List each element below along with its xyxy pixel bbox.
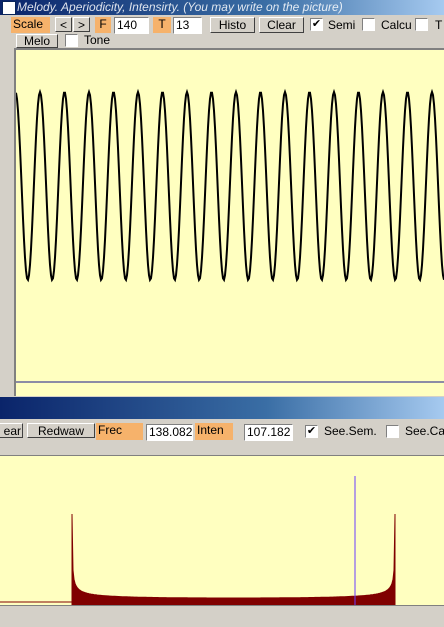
semi-checkbox[interactable]: ✔ <box>310 18 323 31</box>
f-label: F <box>95 17 111 33</box>
check-icon: ✔ <box>306 425 317 437</box>
frec-label: Frec <box>96 423 143 440</box>
t-check-label: T <box>435 18 443 32</box>
histogram-panel[interactable] <box>0 455 444 606</box>
scale-prev-button[interactable]: < <box>55 17 72 32</box>
waveform-panel[interactable] <box>14 48 444 396</box>
calcu-checkbox[interactable] <box>362 18 375 31</box>
status-bar <box>0 605 444 627</box>
see-ca-checkbox[interactable] <box>386 425 399 438</box>
histogram-chart <box>0 476 396 606</box>
second-title-bar[interactable] <box>0 397 444 419</box>
clear-button[interactable]: Clear <box>259 17 304 33</box>
inten-input[interactable]: 107.182 <box>244 424 293 441</box>
title-bar[interactable]: Melody. Aperiodicity, Intensirty. (You m… <box>0 0 444 15</box>
app-icon <box>2 1 16 15</box>
tone-label: Tone <box>84 33 111 47</box>
semi-label: Semi <box>328 18 356 32</box>
redwaw-button[interactable]: Redwaw <box>27 423 95 438</box>
scale-label: Scale <box>11 17 50 33</box>
f-input[interactable]: 140 <box>114 17 149 34</box>
t-input[interactable]: 13 <box>173 17 202 34</box>
histo-button[interactable]: Histo <box>210 17 255 33</box>
see-sem-label: See.Sem. <box>324 424 377 438</box>
waveform-line <box>16 88 444 283</box>
see-ca-label: See.Ca <box>405 424 444 438</box>
t-checkbox[interactable] <box>415 18 428 31</box>
window-title: Melody. Aperiodicity, Intensirty. (You m… <box>17 0 343 14</box>
waveform-chart <box>16 88 444 383</box>
t-label: T <box>153 17 171 33</box>
left-edge <box>0 48 14 396</box>
inten-label: Inten <box>195 423 233 440</box>
scale-next-button[interactable]: > <box>73 17 90 32</box>
frec-input[interactable]: 138.082 <box>146 424 193 441</box>
histogram-area <box>71 513 396 606</box>
check-icon: ✔ <box>311 18 322 30</box>
melo-button[interactable]: Melo <box>16 34 58 48</box>
calcu-label: Calcu <box>381 18 412 32</box>
clear-button-2[interactable]: ear <box>0 423 23 438</box>
tone-checkbox[interactable] <box>65 34 78 47</box>
see-sem-checkbox[interactable]: ✔ <box>305 425 318 438</box>
